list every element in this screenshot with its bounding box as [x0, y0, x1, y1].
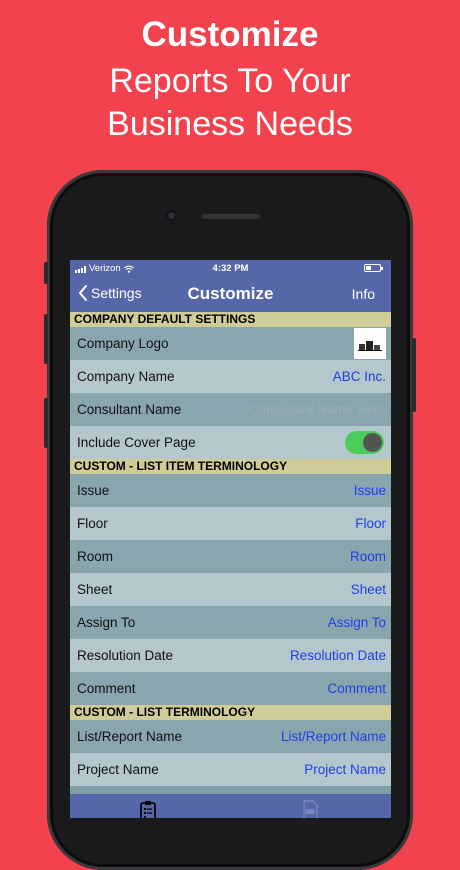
consultant-name-row[interactable]: Consultant Name Consultant Name Here [70, 393, 391, 426]
status-bar: Verizon 4:32 PM [70, 260, 391, 277]
row-label: Comment [77, 681, 136, 696]
company-logo-label: Company Logo [77, 336, 169, 351]
battery-icon [364, 264, 383, 272]
company-logo-thumbnail[interactable] [354, 328, 386, 359]
company-name-label: Company Name [77, 369, 175, 384]
app-screen: Verizon 4:32 PM Settings Customize Info … [70, 260, 391, 818]
earpiece-speaker [202, 214, 260, 219]
section-header-list-item: CUSTOM - LIST ITEM TERMINOLOGY [70, 459, 391, 474]
list-item-row[interactable]: Floor Floor [70, 507, 391, 540]
row-label: List/Report Name [77, 729, 183, 744]
list-item-row[interactable]: Comment Comment [70, 672, 391, 705]
headline-subtitle: Reports To Your Business Needs [0, 60, 460, 146]
row-label: Room [77, 549, 114, 564]
info-button[interactable]: Info [352, 286, 375, 302]
list-row[interactable]: List/Report Name List/Report Name [70, 720, 391, 753]
page-title: Customize [187, 284, 274, 303]
list-row[interactable]: Project Name Project Name [70, 753, 391, 786]
tab-bar [70, 794, 391, 818]
row-label: Project Name [77, 762, 159, 777]
volume-down-button [44, 398, 48, 448]
row-value[interactable]: Project Name [304, 753, 386, 786]
power-button [412, 338, 416, 412]
row-value[interactable]: Comment [327, 672, 386, 705]
row-value[interactable]: Resolution Date [290, 639, 386, 672]
include-cover-page-label: Include Cover Page [77, 435, 196, 450]
list-item-row[interactable]: Sheet Sheet [70, 573, 391, 606]
section-header-company: COMPANY DEFAULT SETTINGS [70, 312, 391, 327]
clipboard-checklist-icon[interactable] [140, 800, 156, 818]
row-label: Resolution Date [77, 648, 174, 663]
row-label: Floor [77, 516, 108, 531]
front-camera [166, 210, 177, 221]
row-value[interactable]: Assign To [328, 606, 386, 639]
list-item-row[interactable]: Room Room [70, 540, 391, 573]
headline-line-3: Business Needs [107, 105, 353, 143]
row-label: Sheet [77, 582, 113, 597]
status-time: 4:32 PM [212, 263, 249, 274]
list-item-row[interactable]: Issue Issue [70, 474, 391, 507]
row-label: Assign To [77, 615, 136, 630]
company-name-value[interactable]: ABC Inc. [333, 360, 386, 393]
list-item-row[interactable]: Assign To Assign To [70, 606, 391, 639]
mute-switch [44, 262, 48, 284]
company-logo-row[interactable]: Company Logo [70, 327, 391, 360]
navigation-bar: Settings Customize Info [70, 277, 391, 312]
consultant-name-field[interactable]: Consultant Name Here [249, 393, 386, 426]
volume-up-button [44, 314, 48, 364]
row-label: Issue [77, 483, 110, 498]
headline-title: Customize [141, 15, 319, 54]
pdf-file-icon[interactable] [302, 800, 318, 818]
company-name-row[interactable]: Company Name ABC Inc. [70, 360, 391, 393]
building-logo-icon [358, 340, 382, 351]
consultant-name-label: Consultant Name [77, 402, 182, 417]
row-value[interactable]: Room [350, 540, 386, 573]
list-item-row[interactable]: Resolution Date Resolution Date [70, 639, 391, 672]
section-header-list: CUSTOM - LIST TERMINOLOGY [70, 705, 391, 720]
row-value[interactable]: List/Report Name [281, 720, 386, 753]
include-cover-page-row: Include Cover Page [70, 426, 391, 459]
headline-line-2: Reports To Your [109, 62, 351, 100]
row-value[interactable]: Floor [355, 507, 386, 540]
row-value[interactable]: Issue [354, 474, 386, 507]
row-value[interactable]: Sheet [351, 573, 386, 606]
include-cover-page-toggle[interactable] [345, 431, 384, 454]
